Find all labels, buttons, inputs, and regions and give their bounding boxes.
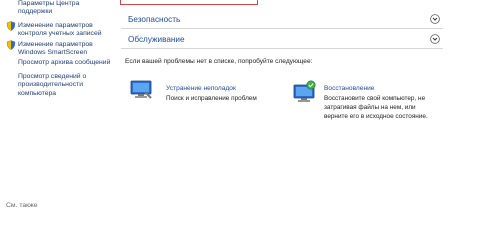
sidebar-item-label: компьютера	[18, 89, 57, 97]
sidebar-item-label: Просмотр архива сообщений	[18, 59, 111, 66]
tool-description-line: Восстановите свой компьютер, не	[324, 95, 426, 102]
sidebar-item-uac-settings[interactable]: Изменение параметров контроля учетных за…	[18, 22, 102, 39]
section-maintenance[interactable]: Обслуживание	[121, 31, 443, 49]
chevron-down-icon[interactable]	[430, 14, 440, 24]
suggestion-prompt: Если вашей проблемы нет в списке, попроб…	[125, 58, 313, 65]
sidebar-item-label: поддержки	[18, 8, 53, 16]
troubleshoot-icon	[130, 80, 152, 99]
section-title: Обслуживание	[128, 35, 185, 44]
shield-icon	[6, 40, 16, 50]
section-title: Безопасность	[128, 15, 181, 24]
recovery-icon	[293, 80, 316, 102]
sidebar-item-label: контроля учетных записей	[18, 30, 102, 38]
sidebar-item-label: Параметры Центра	[18, 0, 80, 7]
recovery-link[interactable]: Восстановление	[324, 85, 374, 92]
sidebar-item-message-archive[interactable]: Просмотр архива сообщений	[18, 59, 110, 67]
sidebar-item-smartscreen-settings[interactable]: Изменение параметров Windows SmartScreen	[18, 41, 93, 58]
highlight-frame	[120, 0, 258, 5]
sidebar-item-label: Windows SmartScreen	[18, 49, 88, 57]
sidebar-item-label: Просмотр сведений о	[18, 73, 87, 80]
see-also-heading: См. также	[6, 202, 38, 209]
recovery-description: Восстановите свой компьютер, не затрагив…	[324, 94, 428, 121]
chevron-down-icon[interactable]	[430, 34, 440, 44]
troubleshooting-link[interactable]: Устранение неполадок	[166, 85, 236, 92]
sidebar-item-label: Изменение параметров	[18, 41, 93, 48]
tool-description-line: Поиск и исправление проблем	[166, 95, 257, 102]
section-security[interactable]: Безопасность	[121, 11, 443, 29]
sidebar-item-action-center-settings[interactable]: Параметры Центра поддержки	[18, 0, 79, 17]
sidebar-item-performance-info[interactable]: Просмотр сведений о производительности к…	[18, 73, 86, 98]
tool-description-line: затрагивая файлы на нем, или	[324, 104, 416, 111]
sidebar: Параметры Центра поддержки Изменение пар…	[0, 0, 116, 210]
sidebar-item-label: производительности	[18, 81, 84, 89]
tool-description-line: верните его в исходное состояние.	[324, 113, 428, 120]
troubleshooting-description: Поиск и исправление проблем	[166, 94, 257, 103]
shield-icon	[6, 21, 16, 31]
